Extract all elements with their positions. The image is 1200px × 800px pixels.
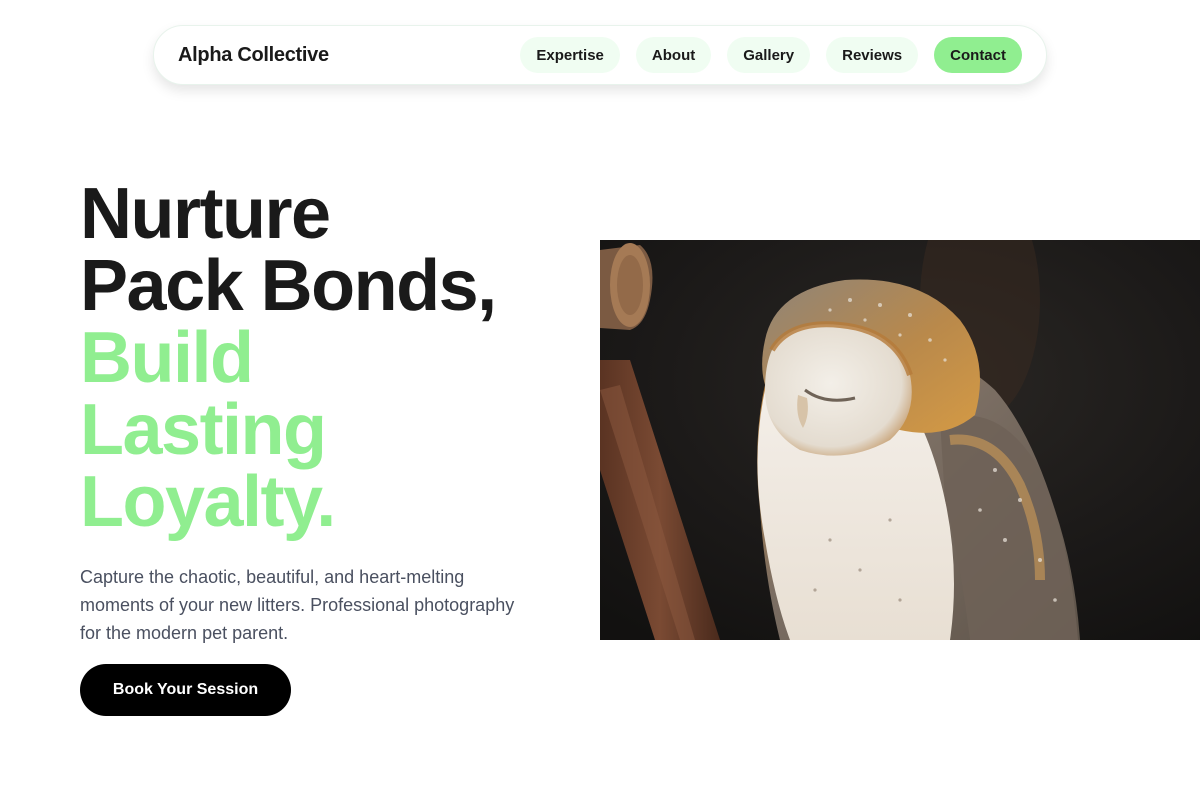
nav-link-gallery[interactable]: Gallery (727, 37, 811, 73)
hero-image (600, 240, 1200, 640)
headline-line-1: Nurture (80, 174, 331, 254)
headline-line-3: Build (80, 318, 254, 398)
headline-line-4: Lasting (80, 390, 327, 470)
brand-logo[interactable]: Alpha Collective (178, 44, 329, 67)
nav-link-contact[interactable]: Contact (934, 37, 1022, 73)
nav-link-expertise[interactable]: Expertise (520, 37, 620, 73)
nav-link-about[interactable]: About (635, 37, 712, 73)
top-nav: Alpha Collective Expertise About Gallery… (153, 25, 1047, 85)
page: Alpha Collective Expertise About Gallery… (0, 0, 1200, 800)
headline-line-2: Pack Bonds, (80, 246, 497, 326)
hero-subtitle: Capture the chaotic, beautiful, and hear… (80, 567, 515, 643)
headline-line-5: Loyalty. (80, 462, 336, 542)
barn-owl-illustration (600, 240, 1200, 640)
book-session-button[interactable]: Book Your Session (80, 664, 291, 716)
nav-link-reviews[interactable]: Reviews (826, 37, 919, 73)
hero-headline: Nurture Pack Bonds, Build Lasting Loyalt… (80, 178, 580, 538)
nav-links: Expertise About Gallery Reviews Contact (520, 37, 1022, 73)
